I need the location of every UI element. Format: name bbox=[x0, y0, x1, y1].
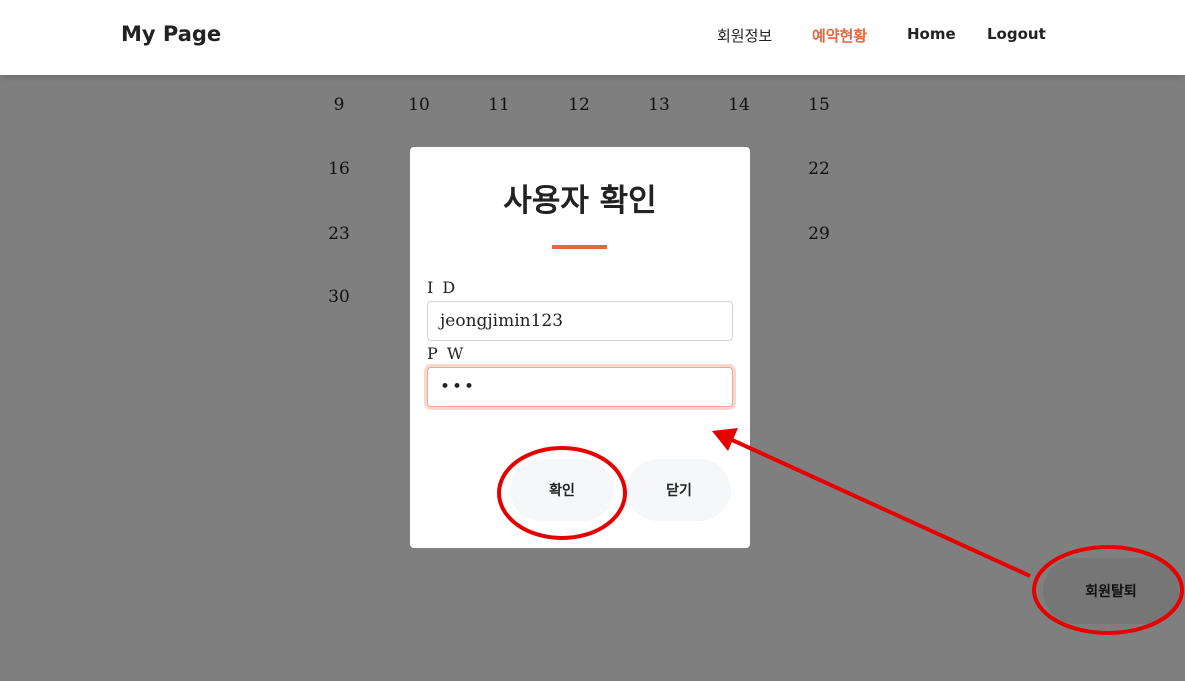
id-label: I D bbox=[427, 278, 458, 297]
nav-logout[interactable]: Logout bbox=[987, 25, 1046, 43]
nav-home[interactable]: Home bbox=[907, 25, 956, 43]
top-navbar: My Page 회원정보 예약현황 Home Logout bbox=[0, 0, 1185, 75]
close-button[interactable]: 닫기 bbox=[627, 459, 731, 521]
title-underline bbox=[552, 245, 607, 249]
confirm-button[interactable]: 확인 bbox=[510, 459, 614, 521]
password-input[interactable]: ••• bbox=[427, 367, 733, 407]
id-input[interactable]: jeongjimin123 bbox=[427, 301, 733, 341]
brand-logo[interactable]: My Page bbox=[121, 22, 221, 46]
modal-title: 사용자 확인 bbox=[503, 183, 657, 219]
nav-member-info[interactable]: 회원정보 bbox=[717, 25, 772, 46]
pw-label: P W bbox=[427, 344, 466, 363]
nav-reservation-status[interactable]: 예약현황 bbox=[812, 25, 867, 46]
user-verify-modal: 사용자 확인 I D jeongjimin123 P W ••• 확인 닫기 bbox=[410, 147, 750, 548]
